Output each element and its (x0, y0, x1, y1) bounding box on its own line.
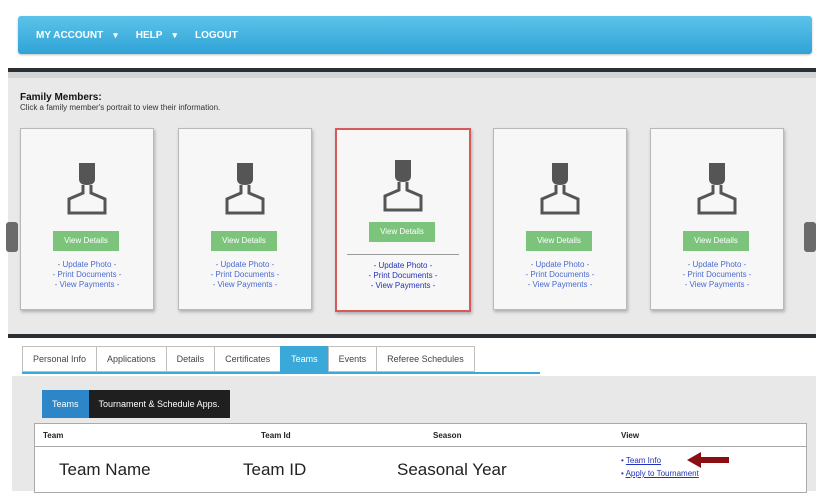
teams-table: Team Team Id Season View Team Name Team … (34, 423, 807, 493)
chevron-down-icon: ▾ (172, 29, 177, 40)
top-nav-bar: MY ACCOUNT ▾ HELP ▾ LOGOUT (18, 16, 812, 54)
tab-underline (22, 372, 540, 374)
col-season: Season (433, 431, 462, 440)
family-member-card[interactable]: View Details - Update Photo - - Print Do… (493, 128, 627, 310)
apply-tournament-link-row: • Apply to Tournament (621, 469, 699, 478)
family-members-section: Family Members: Click a family member's … (6, 68, 816, 338)
tab-referee-schedules[interactable]: Referee Schedules (376, 346, 475, 372)
update-photo-link[interactable]: - Update Photo - (337, 261, 469, 271)
table-header: Team Team Id Season View (35, 424, 806, 447)
chevron-down-icon: ▾ (113, 29, 118, 40)
print-documents-link[interactable]: - Print Documents - (179, 270, 311, 280)
card-divider (347, 254, 459, 255)
nav-my-account-label[interactable]: MY ACCOUNT (36, 30, 103, 41)
person-silhouette-icon[interactable] (221, 157, 269, 217)
col-team: Team (43, 431, 64, 440)
card-links: - Update Photo - - Print Documents - - V… (337, 261, 469, 291)
view-payments-link[interactable]: - View Payments - (21, 280, 153, 290)
family-member-card[interactable]: View Details - Update Photo - - Print Do… (20, 128, 154, 310)
person-silhouette-icon[interactable] (63, 157, 111, 217)
carousel-prev-arrow[interactable] (6, 222, 18, 252)
card-links: - Update Photo - - Print Documents - - V… (179, 260, 311, 290)
tab-applications[interactable]: Applications (96, 346, 166, 372)
col-view: View (621, 431, 640, 440)
team-id-cell: Team ID (243, 460, 307, 479)
print-documents-link[interactable]: - Print Documents - (651, 270, 783, 280)
print-documents-link[interactable]: - Print Documents - (21, 270, 153, 280)
season-cell: Seasonal Year (397, 460, 507, 479)
team-name-cell: Team Name (59, 460, 151, 479)
tab-personal-info[interactable]: Personal Info (22, 346, 97, 372)
tab-details[interactable]: Details (165, 346, 215, 372)
card-links: - Update Photo - - Print Documents - - V… (21, 260, 153, 290)
nav-my-account[interactable]: MY ACCOUNT ▾ (36, 30, 118, 41)
carousel-next-arrow[interactable] (804, 222, 816, 252)
card-links: - Update Photo - - Print Documents - - V… (494, 260, 626, 290)
subtab-teams[interactable]: Teams (42, 390, 89, 418)
person-silhouette-icon[interactable] (536, 157, 584, 217)
family-member-card[interactable]: View Details - Update Photo - - Print Do… (178, 128, 312, 310)
subtab-tournament-schedule-apps[interactable]: Tournament & Schedule Apps. (88, 390, 230, 418)
update-photo-link[interactable]: - Update Photo - (494, 260, 626, 270)
family-member-card[interactable]: View Details - Update Photo - - Print Do… (650, 128, 784, 310)
tab-teams[interactable]: Teams (280, 346, 328, 372)
print-documents-link[interactable]: - Print Documents - (494, 270, 626, 280)
nav-help-label[interactable]: HELP (136, 30, 163, 41)
apply-to-tournament-link[interactable]: Apply to Tournament (626, 469, 699, 478)
team-info-link[interactable]: Team Info (626, 456, 661, 465)
family-members-subtitle: Click a family member's portrait to view… (20, 103, 221, 112)
print-documents-link[interactable]: - Print Documents - (337, 271, 469, 281)
view-details-button[interactable]: View Details (683, 231, 749, 251)
teams-subtabs: Teams Tournament & Schedule Apps. (42, 390, 230, 418)
tab-events[interactable]: Events (327, 346, 377, 372)
view-details-button[interactable]: View Details (211, 231, 277, 251)
tab-certificates[interactable]: Certificates (214, 346, 281, 372)
red-arrow-icon (687, 452, 729, 468)
nav-help[interactable]: HELP ▾ (136, 30, 177, 41)
view-details-button[interactable]: View Details (53, 231, 119, 251)
view-details-button[interactable]: View Details (369, 222, 435, 242)
col-team-id: Team Id (261, 431, 291, 440)
update-photo-link[interactable]: - Update Photo - (21, 260, 153, 270)
view-payments-link[interactable]: - View Payments - (179, 280, 311, 290)
person-silhouette-icon[interactable] (379, 154, 427, 214)
person-silhouette-icon[interactable] (693, 157, 741, 217)
view-payments-link[interactable]: - View Payments - (494, 280, 626, 290)
nav-logout[interactable]: LOGOUT (195, 30, 238, 41)
update-photo-link[interactable]: - Update Photo - (179, 260, 311, 270)
card-links: - Update Photo - - Print Documents - - V… (651, 260, 783, 290)
view-payments-link[interactable]: - View Payments - (651, 280, 783, 290)
profile-tabs: Personal Info Applications Details Certi… (22, 346, 475, 372)
band-top-strip (8, 72, 816, 78)
view-details-button[interactable]: View Details (526, 231, 592, 251)
family-members-title: Family Members: (20, 92, 102, 103)
update-photo-link[interactable]: - Update Photo - (651, 260, 783, 270)
view-payments-link[interactable]: - View Payments - (337, 281, 469, 291)
nav-logout-label[interactable]: LOGOUT (195, 30, 238, 41)
family-member-card-selected[interactable]: View Details - Update Photo - - Print Do… (335, 128, 471, 312)
